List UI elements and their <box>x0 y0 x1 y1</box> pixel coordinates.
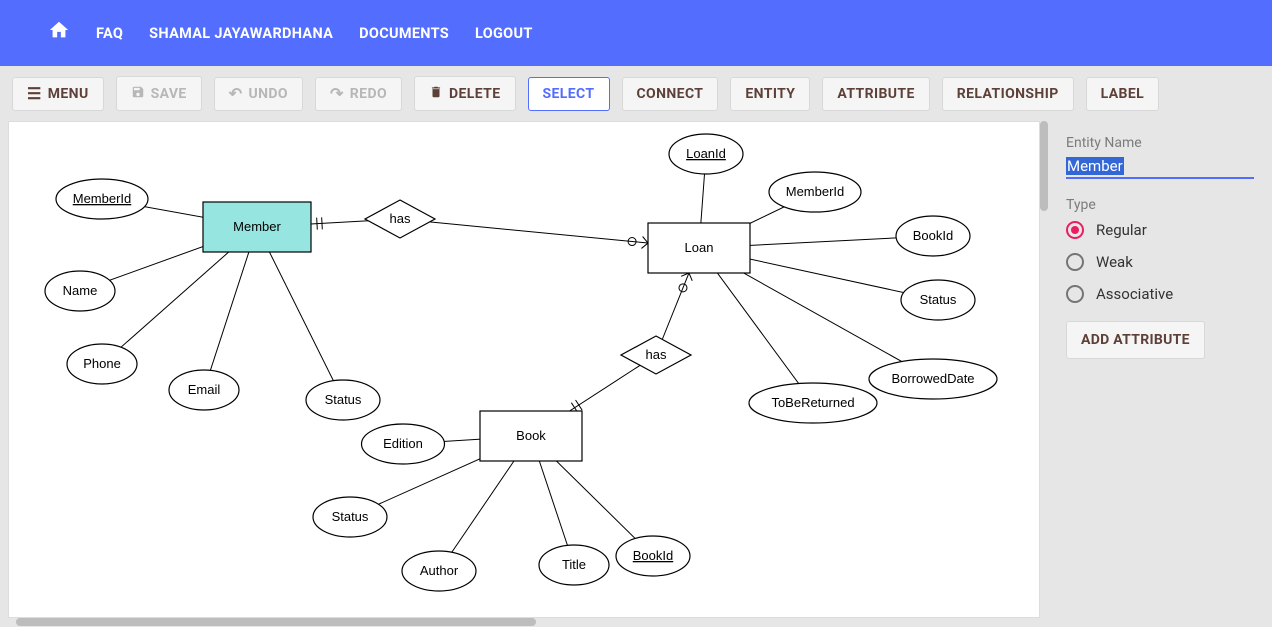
save-icon <box>131 85 145 102</box>
type-radio-associative[interactable]: Associative <box>1066 285 1254 303</box>
attribute-memberid[interactable]: MemberId <box>786 184 845 199</box>
select-button[interactable]: SELECT <box>528 77 610 111</box>
top-navbar: FAQ SHAMAL JAYAWARDHANA DOCUMENTS LOGOUT <box>0 0 1272 66</box>
type-radio-regular[interactable]: Regular <box>1066 221 1254 239</box>
attribute-bookid[interactable]: BookId <box>913 228 953 243</box>
trash-icon <box>429 85 443 102</box>
attribute-button[interactable]: ATTRIBUTE <box>822 77 929 111</box>
home-icon[interactable] <box>48 19 70 47</box>
entity-book[interactable]: Book <box>516 428 546 443</box>
er-canvas[interactable]: MemberId Name Phone Email Status LoanId Member… <box>8 121 1040 618</box>
canvas-wrap: MemberId Name Phone Email Status LoanId Member… <box>8 121 1048 626</box>
attribute-title[interactable]: Title <box>562 557 586 572</box>
type-radio-weak[interactable]: Weak <box>1066 253 1254 271</box>
nav-documents[interactable]: DOCUMENTS <box>359 25 449 42</box>
attribute-phone[interactable]: Phone <box>83 356 121 371</box>
save-button: SAVE <box>116 76 202 111</box>
nav-user[interactable]: SHAMAL JAYAWARDHANA <box>149 25 333 42</box>
add-attribute-button[interactable]: ADD ATTRIBUTE <box>1066 321 1205 359</box>
hamburger-icon: ☰ <box>27 86 42 102</box>
entity-name-label: Entity Name <box>1066 135 1254 151</box>
undo-button: ↶UNDO <box>214 77 303 111</box>
attribute-tobereturned[interactable]: ToBeReturned <box>771 395 854 410</box>
horizontal-scrollbar[interactable] <box>8 618 1040 626</box>
radio-icon <box>1066 285 1084 303</box>
attribute-loanid[interactable]: LoanId <box>686 146 726 161</box>
relationship-button[interactable]: RELATIONSHIP <box>942 77 1074 111</box>
delete-button[interactable]: DELETE <box>414 76 516 111</box>
undo-icon: ↶ <box>229 86 243 102</box>
attribute-status[interactable]: Status <box>920 292 957 307</box>
nav-faq[interactable]: FAQ <box>96 25 123 42</box>
entity-member[interactable]: Member <box>233 219 281 234</box>
attribute-name[interactable]: Name <box>63 283 98 298</box>
connect-button[interactable]: CONNECT <box>622 77 719 111</box>
attribute-status[interactable]: Status <box>325 392 362 407</box>
radio-icon <box>1066 221 1084 239</box>
entity-name-input[interactable]: Member <box>1066 155 1254 179</box>
attribute-author[interactable]: Author <box>420 563 459 578</box>
properties-panel: Entity Name Member Type Regular Weak Ass… <box>1048 121 1272 626</box>
nav-logout[interactable]: LOGOUT <box>475 25 533 42</box>
relationship-has1[interactable]: has <box>390 211 411 226</box>
redo-icon: ↷ <box>330 86 344 102</box>
attribute-status[interactable]: Status <box>332 509 369 524</box>
vertical-scrollbar[interactable] <box>1040 121 1048 618</box>
attribute-edition[interactable]: Edition <box>383 436 423 451</box>
toolbar: ☰MENU SAVE ↶UNDO ↷REDO DELETE SELECT CON… <box>0 66 1272 121</box>
redo-button: ↷REDO <box>315 77 402 111</box>
entity-loan[interactable]: Loan <box>685 240 714 255</box>
radio-icon <box>1066 253 1084 271</box>
type-label: Type <box>1066 197 1254 213</box>
attribute-bookid[interactable]: BookId <box>633 548 673 563</box>
menu-button[interactable]: ☰MENU <box>12 77 104 111</box>
attribute-memberid[interactable]: MemberId <box>73 191 132 206</box>
attribute-email[interactable]: Email <box>188 382 221 397</box>
attribute-borroweddate[interactable]: BorrowedDate <box>891 371 974 386</box>
entity-button[interactable]: ENTITY <box>730 77 810 111</box>
label-button[interactable]: LABEL <box>1086 77 1160 111</box>
relationship-has2[interactable]: has <box>646 347 667 362</box>
